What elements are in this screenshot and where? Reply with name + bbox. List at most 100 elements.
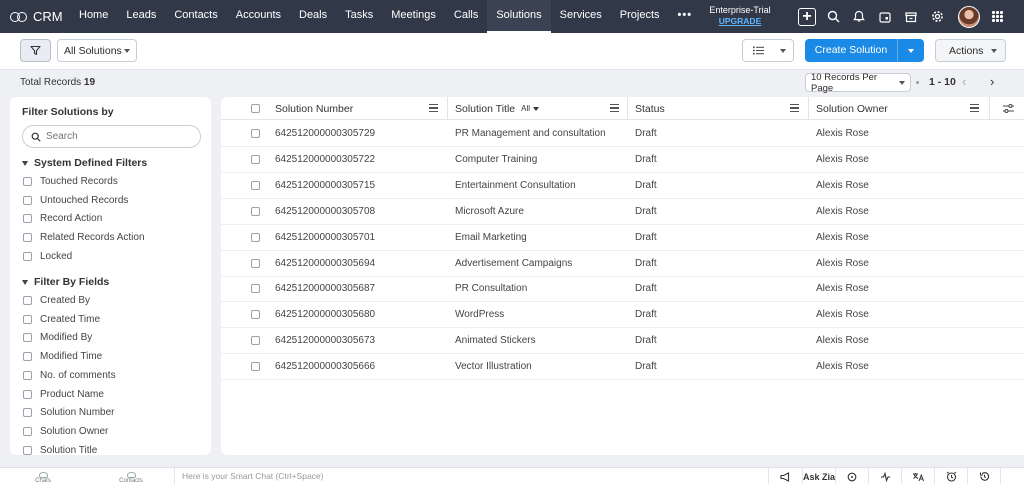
system-filters-toggle[interactable]: System Defined Filters	[22, 157, 147, 169]
filter-item-modified-by[interactable]: Modified By	[23, 332, 92, 343]
cell-solution-owner[interactable]: Alexis Rose	[816, 173, 869, 198]
row-checkbox[interactable]	[251, 180, 260, 190]
tab-deals[interactable]: Deals	[290, 0, 336, 33]
column-solution-number[interactable]: Solution Number	[275, 97, 446, 120]
filter-item-record-action[interactable]: Record Action	[23, 213, 102, 224]
user-avatar[interactable]	[958, 5, 980, 28]
actions-button[interactable]: Actions	[935, 39, 1006, 62]
title-filter-dropdown[interactable]: All	[521, 104, 540, 113]
next-page-button[interactable]: ›	[990, 74, 994, 89]
cell-solution-title[interactable]: Computer Training	[455, 147, 537, 172]
cell-solution-owner[interactable]: Alexis Rose	[816, 328, 869, 353]
tab-tasks[interactable]: Tasks	[336, 0, 382, 33]
app-grid-icon[interactable]	[992, 11, 1003, 22]
cell-solution-title[interactable]: Entertainment Consultation	[455, 173, 576, 198]
filter-item-modified-time[interactable]: Modified Time	[23, 351, 102, 362]
crm-logo[interactable]: CRM	[0, 9, 70, 24]
view-select[interactable]: All Solutions	[57, 39, 137, 62]
filter-checkbox[interactable]	[23, 445, 32, 455]
select-all-checkbox[interactable]	[251, 104, 260, 113]
filter-item-solution-title[interactable]: Solution Title	[23, 445, 97, 455]
cell-solution-title[interactable]: Microsoft Azure	[455, 199, 524, 224]
translate-button[interactable]	[902, 468, 936, 484]
table-row[interactable]: 642512000000305715 Entertainment Consulta…	[221, 173, 1024, 199]
row-checkbox[interactable]	[251, 310, 260, 320]
settings-button[interactable]	[924, 0, 950, 33]
chats-button[interactable]: Chats	[33, 468, 53, 484]
column-resizer[interactable]	[989, 97, 990, 120]
filter-checkbox[interactable]	[23, 195, 32, 205]
cell-solution-owner[interactable]: Alexis Rose	[816, 225, 869, 250]
cell-solution-number[interactable]: 642512000000305694	[275, 251, 375, 276]
column-resizer[interactable]	[447, 97, 448, 120]
filter-item-related-records-action[interactable]: Related Records Action	[23, 232, 145, 243]
search-button[interactable]	[820, 0, 846, 33]
activity-button[interactable]	[869, 468, 903, 484]
column-menu-icon[interactable]	[790, 104, 799, 112]
cell-solution-title[interactable]: Advertisement Campaigns	[455, 251, 572, 276]
table-row[interactable]: 642512000000305701 Email Marketing Draft Al…	[221, 225, 1024, 251]
tab-solutions[interactable]: Solutions	[487, 0, 551, 33]
upgrade-link[interactable]: UPGRADE	[706, 16, 774, 27]
cell-solution-title[interactable]: WordPress	[455, 302, 504, 327]
view-toggle[interactable]	[742, 39, 794, 62]
cell-solution-number[interactable]: 642512000000305715	[275, 173, 375, 198]
filter-item-locked[interactable]: Locked	[23, 251, 72, 262]
row-checkbox[interactable]	[251, 336, 260, 346]
table-row[interactable]: 642512000000305708 Microsoft Azure Draft Al…	[221, 199, 1024, 225]
cell-solution-owner[interactable]: Alexis Rose	[816, 121, 869, 146]
filter-checkbox[interactable]	[23, 408, 32, 418]
cell-solution-title[interactable]: Vector Illustration	[455, 354, 532, 379]
contacts-button[interactable]: Contacts	[118, 468, 144, 484]
filter-item-solution-number[interactable]: Solution Number	[23, 407, 114, 418]
tab-projects[interactable]: Projects	[611, 0, 669, 33]
trial-badge[interactable]: Enterprise-Trial UPGRADE	[706, 5, 774, 27]
filter-checkbox[interactable]	[23, 314, 32, 324]
cell-solution-number[interactable]: 642512000000305680	[275, 302, 375, 327]
table-row[interactable]: 642512000000305687 PR Consultation Draft Al…	[221, 276, 1024, 303]
cell-solution-number[interactable]: 642512000000305666	[275, 354, 375, 379]
sidebar-search[interactable]	[22, 125, 201, 148]
marketplace-button[interactable]	[898, 0, 924, 33]
tab-meetings[interactable]: Meetings	[382, 0, 445, 33]
cell-solution-number[interactable]: 642512000000305722	[275, 147, 375, 172]
cell-solution-owner[interactable]: Alexis Rose	[816, 354, 869, 379]
ask-zia-button[interactable]: Ask Zia	[803, 468, 837, 484]
table-row[interactable]: 642512000000305722 Computer Training Draft…	[221, 147, 1024, 173]
column-solution-title[interactable]: Solution Title All	[455, 97, 627, 120]
filter-item-touched-records[interactable]: Touched Records	[23, 176, 118, 187]
filter-item-created-by[interactable]: Created By	[23, 295, 90, 306]
filter-search-input[interactable]	[46, 131, 186, 142]
tab-leads[interactable]: Leads	[117, 0, 165, 33]
filter-checkbox[interactable]	[23, 177, 32, 186]
table-row[interactable]: 642512000000305666 Vector Illustration Dra…	[221, 354, 1024, 381]
column-status[interactable]: Status	[635, 97, 807, 120]
cell-solution-owner[interactable]: Alexis Rose	[816, 276, 869, 301]
cell-solution-title[interactable]: Animated Stickers	[455, 328, 536, 353]
row-checkbox[interactable]	[251, 284, 260, 294]
filter-checkbox[interactable]	[23, 370, 32, 380]
alarm-button[interactable]	[935, 468, 969, 484]
cell-solution-number[interactable]: 642512000000305701	[275, 225, 375, 250]
cell-solution-number[interactable]: 642512000000305729	[275, 121, 375, 146]
row-checkbox[interactable]	[251, 206, 260, 216]
column-resizer[interactable]	[808, 97, 809, 120]
table-row[interactable]: 642512000000305673 Animated Stickers Draft…	[221, 328, 1024, 355]
calendar-button[interactable]	[872, 0, 898, 33]
row-checkbox[interactable]	[251, 362, 260, 372]
row-checkbox[interactable]	[251, 154, 260, 164]
filter-checkbox[interactable]	[23, 233, 32, 243]
filter-item-untouched-records[interactable]: Untouched Records	[23, 195, 128, 206]
row-checkbox[interactable]	[251, 258, 260, 268]
filter-checkbox[interactable]	[23, 296, 32, 305]
tab-contacts[interactable]: Contacts	[165, 0, 226, 33]
field-filters-toggle[interactable]: Filter By Fields	[22, 276, 109, 288]
row-checkbox[interactable]	[251, 232, 260, 242]
filter-checkbox[interactable]	[23, 352, 32, 362]
tab-services[interactable]: Services	[551, 0, 611, 33]
table-row[interactable]: 642512000000305694 Advertisement Campaign…	[221, 251, 1024, 277]
records-per-page-select[interactable]: 10 Records Per Page	[805, 72, 911, 94]
cell-solution-owner[interactable]: Alexis Rose	[816, 147, 869, 172]
cell-solution-owner[interactable]: Alexis Rose	[816, 302, 869, 327]
cell-solution-number[interactable]: 642512000000305687	[275, 276, 375, 301]
